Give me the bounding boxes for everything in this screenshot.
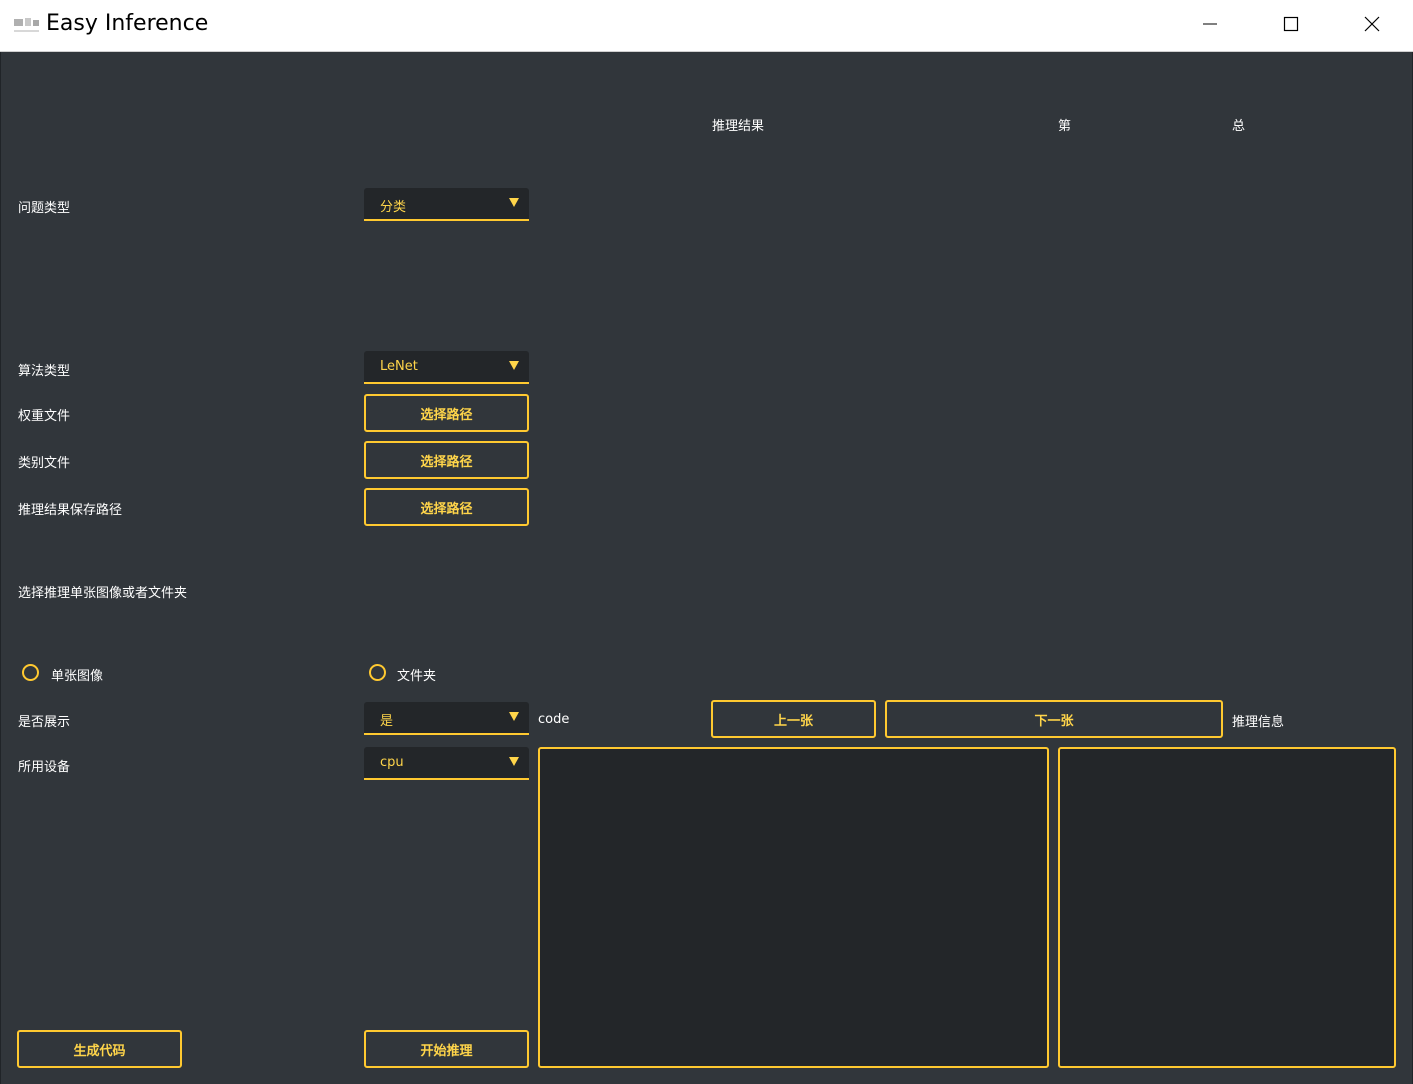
window-title: Easy Inference [46,11,209,36]
code-label: code [538,712,570,727]
dropdown-arrow-icon [509,198,519,207]
inference-info-label: 推理信息 [1232,715,1285,730]
device-value: cpu [380,755,404,770]
folder-radio[interactable] [369,664,386,681]
inference-result-label: 推理结果 [712,119,765,134]
single-image-radio-label: 单张图像 [51,669,104,684]
image-total-label: 总 [1232,119,1246,134]
folder-radio-label: 文件夹 [397,669,437,684]
close-button[interactable] [1332,0,1412,52]
close-icon [1364,16,1380,36]
class-file-path-button[interactable]: 选择路径 [364,441,529,479]
inference-info-textarea[interactable] [1058,747,1396,1068]
maximize-icon [1283,16,1299,36]
save-path-button[interactable]: 选择路径 [364,488,529,526]
weight-file-path-button[interactable]: 选择路径 [364,394,529,432]
source-prompt-label: 选择推理单张图像或者文件夹 [18,586,188,601]
device-label: 所用设备 [18,760,71,775]
title-bar: Easy Inference [0,0,1413,52]
start-inference-button[interactable]: 开始推理 [364,1030,529,1068]
algorithm-type-select[interactable]: LeNet [364,351,529,384]
show-result-value: 是 [380,714,394,729]
weight-file-label: 权重文件 [18,409,71,424]
device-select[interactable]: cpu [364,747,529,780]
single-image-radio[interactable] [22,664,39,681]
app-logo-icon [12,15,42,37]
generate-code-button[interactable]: 生成代码 [17,1030,182,1068]
algorithm-type-label: 算法类型 [18,364,71,379]
problem-type-label: 问题类型 [18,201,71,216]
dropdown-arrow-icon [509,712,519,721]
minimize-icon [1202,16,1218,36]
show-result-select[interactable]: 是 [364,702,529,735]
algorithm-type-value: LeNet [380,359,418,374]
image-index-label: 第 [1058,119,1072,134]
show-result-label: 是否展示 [18,715,71,730]
previous-image-button[interactable]: 上一张 [711,700,876,738]
dropdown-arrow-icon [509,757,519,766]
save-path-label: 推理结果保存路径 [18,503,123,518]
problem-type-value: 分类 [380,200,407,215]
problem-type-select[interactable]: 分类 [364,188,529,221]
code-textarea[interactable] [538,747,1049,1068]
next-image-button[interactable]: 下一张 [885,700,1223,738]
minimize-button[interactable] [1170,0,1250,52]
class-file-label: 类别文件 [18,456,71,471]
dropdown-arrow-icon [509,361,519,370]
maximize-button[interactable] [1251,0,1331,52]
